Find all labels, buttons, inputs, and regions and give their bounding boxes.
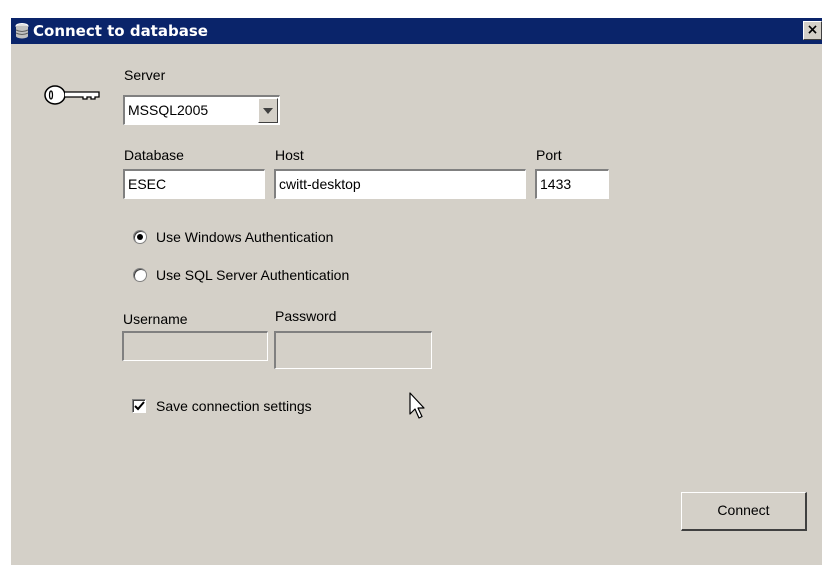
connect-button[interactable]: Connect — [681, 492, 807, 531]
database-field[interactable]: ESEC — [123, 169, 265, 199]
host-field[interactable]: cwitt-desktop — [274, 169, 526, 199]
sql-auth-radio[interactable] — [133, 268, 147, 282]
chevron-down-icon — [263, 108, 273, 114]
server-label: Server — [124, 67, 166, 83]
save-settings-label[interactable]: Save connection settings — [156, 398, 312, 414]
connect-dialog: Connect to database × Server MSSQL2005 D… — [10, 17, 822, 565]
windows-auth-label[interactable]: Use Windows Authentication — [156, 229, 333, 245]
close-button[interactable]: × — [803, 21, 822, 40]
radio-selected-dot — [137, 234, 143, 240]
username-label: Username — [123, 311, 188, 327]
close-icon: × — [806, 22, 819, 38]
port-field[interactable]: 1433 — [535, 169, 609, 199]
key-icon — [44, 85, 100, 105]
server-dropdown-button[interactable] — [258, 98, 278, 123]
host-label: Host — [275, 147, 304, 163]
save-settings-checkbox[interactable] — [132, 399, 146, 413]
database-icon — [15, 23, 29, 39]
sql-auth-label[interactable]: Use SQL Server Authentication — [156, 267, 349, 283]
windows-auth-radio[interactable] — [133, 230, 147, 244]
database-label: Database — [124, 147, 184, 163]
server-select-value: MSSQL2005 — [128, 102, 209, 118]
username-field[interactable] — [122, 331, 268, 361]
port-label: Port — [536, 147, 562, 163]
checkmark-icon — [134, 401, 145, 411]
window-title: Connect to database — [33, 22, 208, 40]
password-label: Password — [275, 308, 337, 324]
password-field[interactable] — [274, 331, 432, 369]
mouse-cursor-icon — [409, 392, 425, 419]
server-select[interactable]: MSSQL2005 — [123, 95, 280, 125]
title-bar: Connect to database × — [11, 18, 822, 44]
